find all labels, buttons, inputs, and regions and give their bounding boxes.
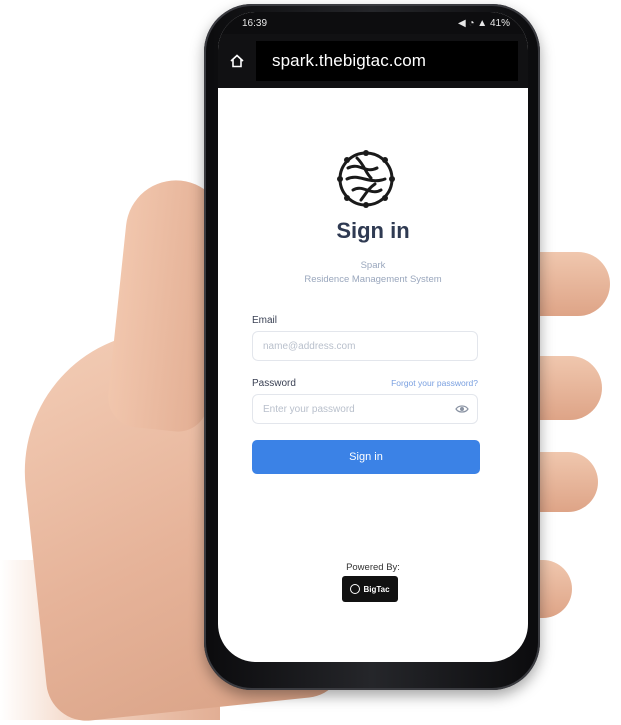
- brand-name: BigTac: [363, 584, 390, 594]
- password-label: Password: [252, 378, 296, 389]
- email-field[interactable]: [252, 331, 478, 361]
- phone-screen: 16:39 ◀ ◔ ▲ 41% spark.thebigtac.com Sign…: [218, 12, 528, 662]
- app-description: Residence Management System: [304, 274, 442, 285]
- browser-url-bar: spark.thebigtac.com: [218, 34, 528, 88]
- url-text: spark.thebigtac.com: [272, 51, 427, 70]
- page-title: Sign in: [336, 218, 410, 243]
- email-label: Email: [252, 315, 278, 326]
- spark-logo-icon: [335, 148, 397, 210]
- forgot-password-link[interactable]: Forgot your password?: [391, 378, 478, 388]
- hand-wrist: [0, 560, 220, 720]
- bigtac-mark-icon: [350, 584, 361, 594]
- bigtac-logo-icon: BigTac: [342, 576, 398, 602]
- password-field[interactable]: [252, 394, 478, 424]
- status-bar: 16:39 ◀ ◔ ▲ 41%: [218, 12, 528, 34]
- home-icon[interactable]: [222, 46, 252, 76]
- status-indicators: ◀ ◔ ▲ 41%: [458, 17, 510, 29]
- eye-icon[interactable]: [455, 402, 469, 416]
- status-time: 16:39: [242, 17, 268, 29]
- url-field[interactable]: spark.thebigtac.com: [256, 41, 518, 81]
- powered-by-label: Powered By:: [346, 562, 400, 573]
- sign-in-button[interactable]: Sign in: [252, 440, 480, 474]
- app-name: Spark: [360, 260, 386, 271]
- login-page: Sign in Spark Residence Management Syste…: [218, 88, 528, 662]
